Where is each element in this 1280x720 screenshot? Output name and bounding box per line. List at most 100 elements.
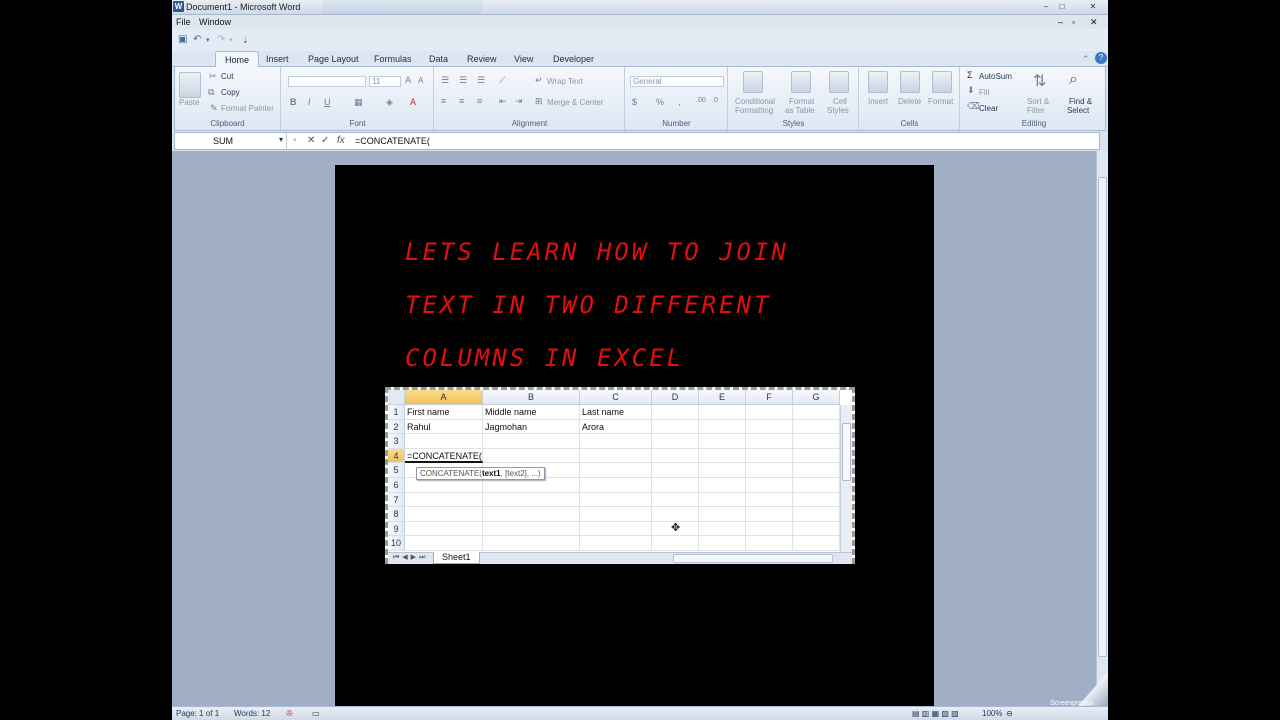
cell-g8[interactable] [793,507,840,522]
tab-insert[interactable]: Insert [266,54,289,64]
cell-a10[interactable] [405,536,483,551]
font-color-icon[interactable]: A [410,97,416,107]
insert-cells-icon[interactable] [868,71,888,93]
column-header-a[interactable]: A [405,390,483,405]
cell-g5[interactable] [793,463,840,478]
cell-g6[interactable] [793,478,840,493]
tab-home[interactable]: Home [215,51,260,68]
vertical-scrollbar[interactable] [1096,151,1108,706]
conditional-formatting-icon[interactable] [743,71,763,93]
format-cells-button[interactable]: Format [928,97,953,106]
orientation-icon[interactable]: ⟋ [499,75,505,86]
cell-a8[interactable] [405,507,483,522]
sheet-horizontal-scrollbar[interactable] [673,554,833,563]
cell-f4[interactable] [746,448,793,464]
cell-g3[interactable] [793,434,840,449]
menu-window[interactable]: Window [199,17,231,27]
cell-d10[interactable] [652,536,699,551]
cell-a6[interactable] [405,478,483,493]
cancel-entry-icon[interactable]: ✕ [307,135,315,146]
cell-a3[interactable] [405,434,483,449]
row-header-1[interactable]: 1 [388,405,405,420]
undo-icon[interactable]: ↶ [193,34,201,45]
cell-a1[interactable]: First name [405,405,483,420]
column-header-f[interactable]: F [746,390,793,405]
cell-f1[interactable] [746,405,793,420]
cell-f8[interactable] [746,507,793,522]
cell-c4[interactable] [580,448,652,464]
cell-e5[interactable] [699,463,746,478]
cell-g4[interactable] [793,448,840,464]
row-header-8[interactable]: 8 [388,507,405,522]
redo-dropdown-icon[interactable]: ▾ [229,36,233,44]
increase-indent-icon[interactable]: ⇥ [515,96,523,107]
cell-e7[interactable] [699,492,746,508]
cell-g7[interactable] [793,492,840,508]
cell-f5[interactable] [746,463,793,478]
enter-entry-icon[interactable]: ✓ [321,135,329,146]
cell-f6[interactable] [746,478,793,493]
column-header-d[interactable]: D [652,390,699,405]
percent-icon[interactable]: % [656,97,664,107]
cell-d6[interactable] [652,478,699,493]
cell-b10[interactable] [483,536,580,551]
cell-g10[interactable] [793,536,840,551]
format-as-table-button-line2[interactable]: as Table [785,106,815,115]
cell-b3[interactable] [483,434,580,449]
help-icon[interactable]: ? [1095,52,1107,64]
align-center-icon[interactable]: ≡ [459,96,464,106]
customize-qat-icon[interactable]: ⇣ [242,36,249,45]
cell-b2[interactable]: Jagmohan [483,419,580,435]
formula-expand-icon[interactable]: ◦ [293,135,297,146]
borders-icon[interactable]: ▦ [354,97,363,108]
cell-c9[interactable] [580,521,652,537]
column-header-b[interactable]: B [483,390,580,405]
cell-e9[interactable] [699,521,746,537]
cell-d7[interactable] [652,492,699,508]
sheet-vertical-scrollbar-thumb[interactable] [842,423,851,481]
row-header-10[interactable]: 10 [388,536,405,551]
cell-c2[interactable]: Arora [580,419,652,435]
currency-icon[interactable]: $ [632,97,637,107]
proofing-icon[interactable]: ✇ [286,709,293,718]
word-app-icon[interactable]: W [173,1,184,12]
menu-restore-icon[interactable]: ▫ [1072,17,1075,27]
font-size-box[interactable]: 11 [369,76,401,87]
select-all-corner[interactable] [388,390,405,405]
row-header-5[interactable]: 5 [388,463,405,478]
align-middle-icon[interactable]: ☰ [459,75,467,86]
word-count[interactable]: Words: 12 [234,709,270,718]
fill-button[interactable]: Fill [979,88,989,97]
find-select-icon[interactable]: ⌕ [1069,71,1078,89]
underline-icon[interactable]: U [324,97,331,107]
format-cells-icon[interactable] [932,71,952,93]
delete-cells-button[interactable]: Delete [898,97,921,106]
decrease-decimal-icon[interactable]: .0 [712,97,718,104]
close-icon[interactable]: ✕ [1087,1,1099,12]
cell-e6[interactable] [699,478,746,493]
tab-formulas[interactable]: Formulas [374,54,412,64]
function-tooltip[interactable]: CONCATENATE(text1, [text2], ...) [416,467,545,480]
tab-developer[interactable]: Developer [553,54,594,64]
fill-color-icon[interactable]: ◈ [386,97,393,108]
ribbon-minimize-icon[interactable]: ⌃ [1082,54,1090,65]
sheet-vertical-scrollbar[interactable] [840,405,852,552]
bold-icon[interactable]: B [290,97,297,107]
cell-f10[interactable] [746,536,793,551]
cell-b8[interactable] [483,507,580,522]
cell-b7[interactable] [483,492,580,508]
cell-e2[interactable] [699,419,746,435]
conditional-formatting-button-line2[interactable]: Formatting [735,106,773,115]
cell-c3[interactable] [580,434,652,449]
cell-f2[interactable] [746,419,793,435]
cell-b1[interactable]: Middle name [483,405,580,420]
tab-view[interactable]: View [514,54,533,64]
menu-close-icon[interactable]: ✕ [1090,17,1098,28]
cell-e3[interactable] [699,434,746,449]
cell-b6[interactable] [483,478,580,493]
increase-decimal-icon[interactable]: .00 [696,97,706,104]
format-painter-button[interactable]: Format Painter [221,104,274,113]
sort-filter-button[interactable]: Sort & [1027,97,1049,106]
paste-button[interactable]: Paste [179,98,199,107]
cell-c7[interactable] [580,492,652,508]
